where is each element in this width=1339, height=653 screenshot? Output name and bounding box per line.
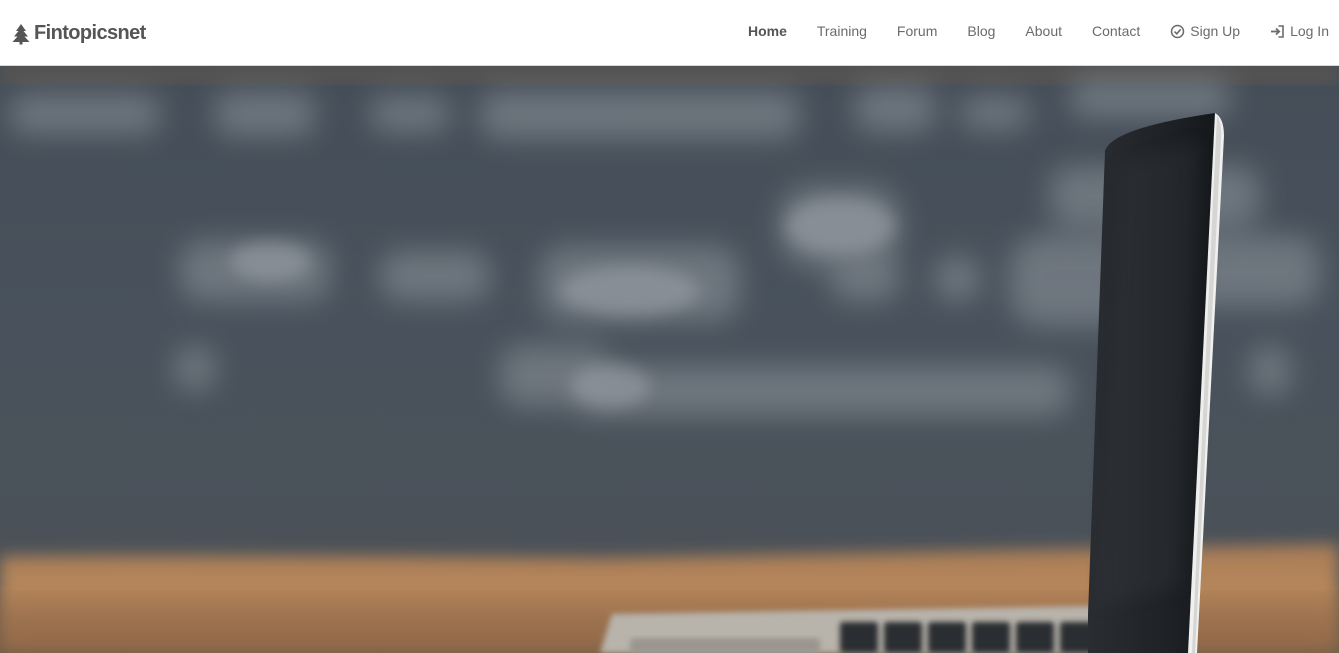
hero-image (0, 66, 1339, 653)
nav-about-label: About (1025, 23, 1062, 39)
hero-banner (0, 66, 1339, 653)
nav-home[interactable]: Home (748, 23, 787, 39)
nav-forum[interactable]: Forum (897, 23, 937, 39)
laptop-trackpad (630, 638, 820, 653)
brand-name: Fintopicsnet (34, 22, 146, 44)
sign-in-icon (1270, 24, 1285, 39)
nav-blog[interactable]: Blog (967, 23, 995, 39)
nav-sign-up[interactable]: Sign Up (1170, 23, 1240, 39)
check-circle-icon (1170, 24, 1185, 39)
nav-training-label: Training (816, 23, 867, 39)
nav-contact-label: Contact (1092, 23, 1141, 39)
nav-log-in[interactable]: Log In (1270, 23, 1329, 39)
main-nav: Home Training Forum Blog About Contact S… (718, 0, 1329, 66)
tree-icon (12, 23, 30, 45)
nav-home-label: Home (747, 23, 787, 39)
nav-log-in-label: Log In (1290, 23, 1329, 39)
nav-blog-label: Blog (967, 23, 996, 39)
nav-about[interactable]: About (1025, 23, 1062, 39)
nav-forum-label: Forum (896, 23, 938, 39)
brand-link[interactable]: Fintopicsnet (12, 22, 146, 45)
nav-training[interactable]: Training (817, 23, 867, 39)
nav-contact[interactable]: Contact (1092, 23, 1140, 39)
top-navbar: Fintopicsnet Home Training Forum Blog Ab… (0, 0, 1339, 66)
nav-sign-up-label: Sign Up (1190, 23, 1241, 39)
